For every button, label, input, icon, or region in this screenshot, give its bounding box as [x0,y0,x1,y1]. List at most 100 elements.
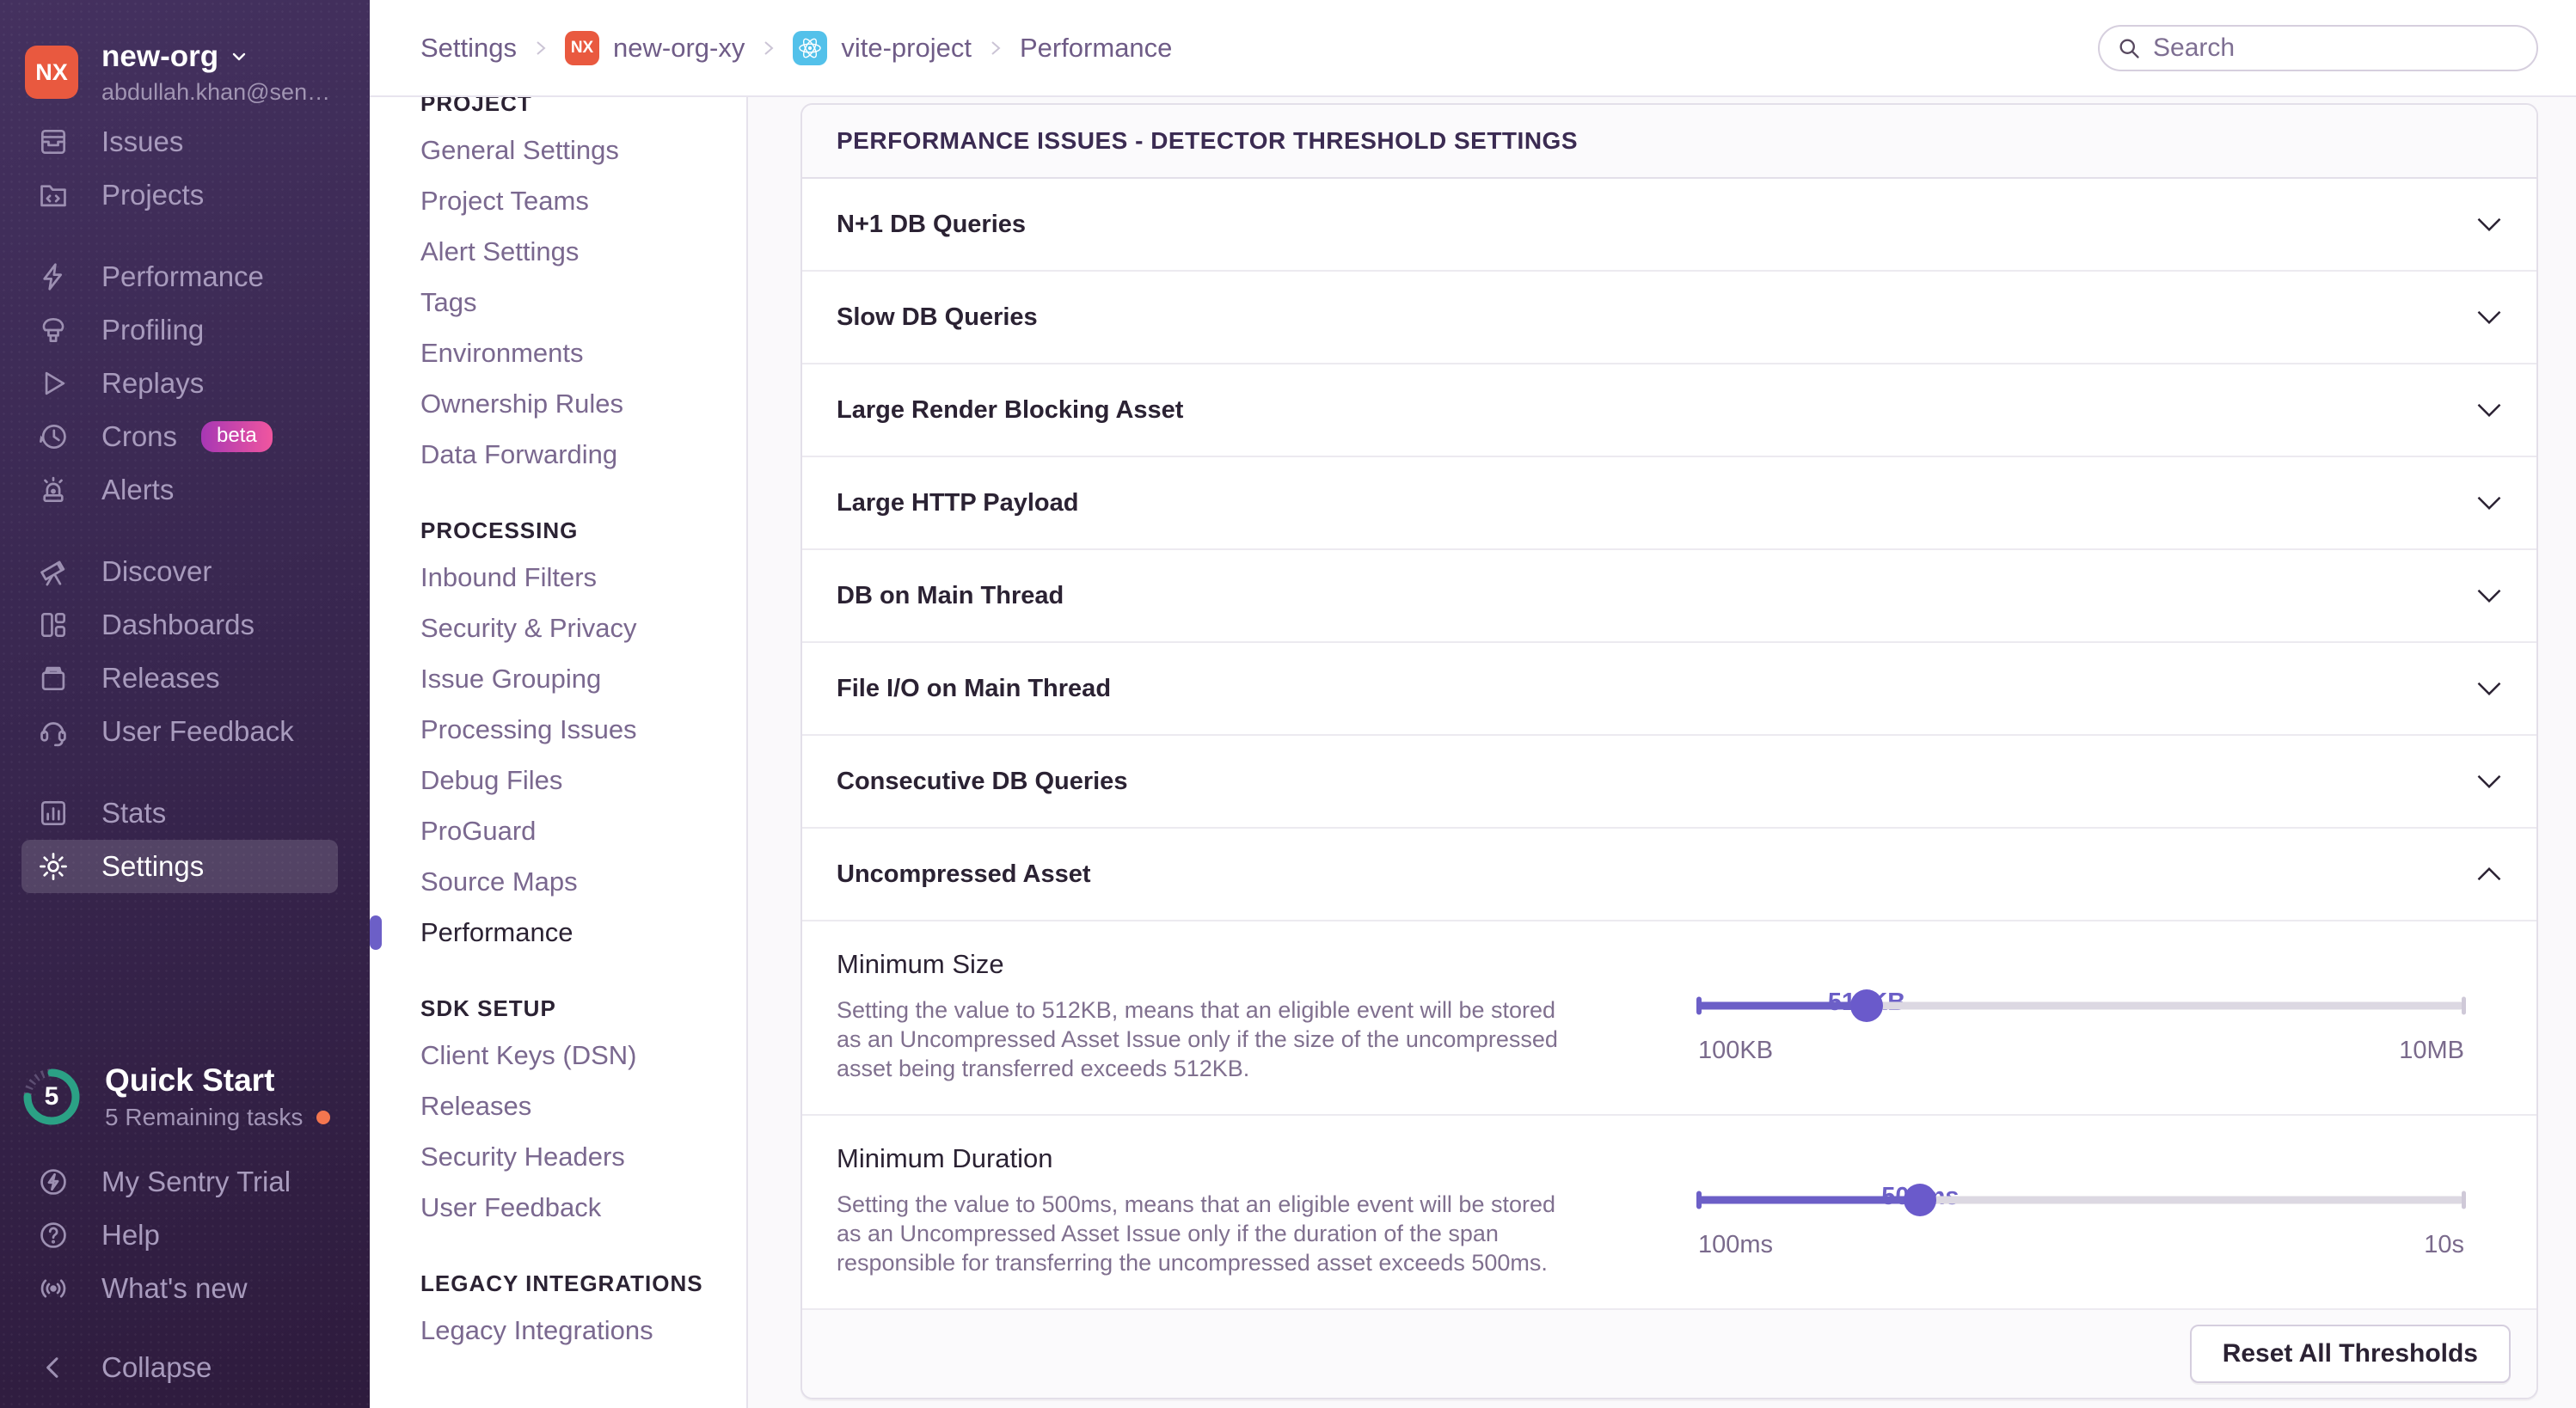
accordion-row-consecutive-db-queries[interactable]: Consecutive DB Queries [802,736,2536,829]
breadcrumb-settings[interactable]: Settings [420,33,517,64]
sidebar-item-whats-new[interactable]: What's new [0,1262,370,1315]
threshold-settings-panel: PERFORMANCE ISSUES - DETECTOR THRESHOLD … [800,103,2538,1399]
accordion-row-db-on-main-thread[interactable]: DB on Main Thread [802,550,2536,643]
nav-item-alert-settings[interactable]: Alert Settings [420,226,746,277]
chevron-down-icon [2476,495,2502,511]
search-input[interactable] [2153,34,2519,63]
nav-item-inbound-filters[interactable]: Inbound Filters [420,552,746,603]
nav-item-client-keys[interactable]: Client Keys (DSN) [420,1030,746,1080]
slider-max-label: 10MB [2399,1037,2464,1065]
topbar: Settings NX new-org-xy vite-project Perf… [370,0,2576,97]
field-minimum-duration: Minimum Duration Setting the value to 50… [802,1116,2536,1310]
help-icon [37,1219,70,1252]
accordion-row-file-io-on-main-thread[interactable]: File I/O on Main Thread [802,643,2536,736]
sidebar-item-dashboards[interactable]: Dashboards [0,598,370,652]
org-name: new-org [101,40,218,74]
accordion-row-n-plus-one-db-queries[interactable]: N+1 DB Queries [802,179,2536,272]
slider-track[interactable] [1698,1183,2464,1217]
primary-sidebar: NX new-org abdullah.khan@sen… Issues Pro… [0,0,370,1408]
dashboards-icon [37,609,70,641]
accordion-row-uncompressed-asset[interactable]: Uncompressed Asset [802,829,2536,921]
nav-group-header-sdk-setup: SDK SETUP [420,995,746,1021]
field-description: Setting the value to 500ms, means that a… [837,1190,1576,1277]
nav-item-source-maps[interactable]: Source Maps [420,856,746,907]
archive-icon [37,662,70,695]
nav-item-data-forwarding[interactable]: Data Forwarding [420,429,746,480]
nav-item-legacy-integrations[interactable]: Legacy Integrations [420,1305,746,1356]
slider-min-label: 100ms [1698,1231,1773,1259]
quick-start[interactable]: 5 Quick Start 5 Remaining tasks [0,1062,370,1131]
nav-item-issue-grouping[interactable]: Issue Grouping [420,653,746,704]
sidebar-item-stats[interactable]: Stats [0,787,370,840]
nav-item-environments[interactable]: Environments [420,328,746,378]
accordion-row-large-render-blocking-asset[interactable]: Large Render Blocking Asset [802,364,2536,457]
nav-item-processing-issues[interactable]: Processing Issues [420,704,746,755]
nav-item-debug-files[interactable]: Debug Files [420,755,746,805]
nav-item-general-settings[interactable]: General Settings [420,125,746,175]
breadcrumb-project[interactable]: vite-project [793,31,972,65]
org-email: abdullah.khan@sen… [101,79,330,106]
chevron-down-icon [2476,774,2502,789]
issues-icon [37,125,70,158]
headset-icon [37,715,70,748]
sidebar-item-help[interactable]: Help [0,1209,370,1262]
lightning-icon [37,260,70,293]
sidebar-item-issues[interactable]: Issues [0,115,370,168]
sidebar-item-performance[interactable]: Performance [0,250,370,303]
nav-item-security-privacy[interactable]: Security & Privacy [420,603,746,653]
sidebar-item-replays[interactable]: Replays [0,357,370,410]
accordion-row-slow-db-queries[interactable]: Slow DB Queries [802,272,2536,364]
notification-dot [316,1111,330,1124]
minimum-duration-slider: 500ms 100ms 10s [1698,1183,2464,1259]
nav-group-header-legacy: LEGACY INTEGRATIONS [420,1270,746,1296]
sidebar-item-user-feedback[interactable]: User Feedback [0,705,370,758]
search-icon [2117,36,2141,60]
nav-item-tags[interactable]: Tags [420,277,746,328]
chevron-down-icon [229,46,249,67]
accordion-row-large-http-payload[interactable]: Large HTTP Payload [802,457,2536,550]
slider-thumb[interactable] [1850,989,1883,1022]
nav-item-performance[interactable]: Performance [420,907,746,958]
field-minimum-size: Minimum Size Setting the value to 512KB,… [802,921,2536,1116]
sidebar-item-my-sentry-trial[interactable]: My Sentry Trial [0,1155,370,1209]
nav-item-ownership-rules[interactable]: Ownership Rules [420,378,746,429]
slider-thumb[interactable] [1904,1184,1936,1216]
nav-item-security-headers[interactable]: Security Headers [420,1131,746,1182]
nav-item-project-teams[interactable]: Project Teams [420,175,746,226]
panel-title: PERFORMANCE ISSUES - DETECTOR THRESHOLD … [802,105,2536,179]
play-icon [37,367,70,400]
field-label: Minimum Size [837,949,1576,980]
telescope-icon [37,555,70,588]
main-content: PERFORMANCE ISSUES - DETECTOR THRESHOLD … [748,97,2576,1408]
settings-nav: PROJECT General Settings Project Teams A… [370,97,748,1408]
slider-track[interactable] [1698,989,2464,1023]
field-label: Minimum Duration [837,1143,1576,1174]
nav-group-header-project: PROJECT [420,97,746,116]
sidebar-item-alerts[interactable]: Alerts [0,463,370,517]
quick-start-title: Quick Start [105,1062,330,1099]
gear-icon [37,850,70,883]
chevron-down-icon [2476,588,2502,603]
sidebar-item-releases[interactable]: Releases [0,652,370,705]
breadcrumb-page: Performance [1020,33,1172,64]
sidebar-item-crons[interactable]: Crons beta [0,410,370,463]
sidebar-item-discover[interactable]: Discover [0,545,370,598]
reset-all-thresholds-button[interactable]: Reset All Thresholds [2190,1325,2511,1383]
org-switcher[interactable]: NX new-org abdullah.khan@sen… [0,0,370,115]
minimum-size-slider: 512KB 100KB 10MB [1698,989,2464,1065]
breadcrumb-org[interactable]: NX new-org-xy [565,31,745,65]
broadcast-icon [37,1272,70,1305]
nav-item-proguard[interactable]: ProGuard [420,805,746,856]
sidebar-item-settings[interactable]: Settings [21,840,338,893]
nav-item-releases[interactable]: Releases [420,1080,746,1131]
field-description: Setting the value to 512KB, means that a… [837,995,1576,1083]
stats-icon [37,797,70,829]
profiling-icon [37,314,70,346]
sidebar-collapse-button[interactable]: Collapse [0,1341,370,1394]
sidebar-item-projects[interactable]: Projects [0,168,370,222]
projects-icon [37,179,70,211]
search-box[interactable] [2098,25,2538,71]
nav-item-user-feedback[interactable]: User Feedback [420,1182,746,1233]
sidebar-item-profiling[interactable]: Profiling [0,303,370,357]
chevron-down-icon [2476,681,2502,696]
